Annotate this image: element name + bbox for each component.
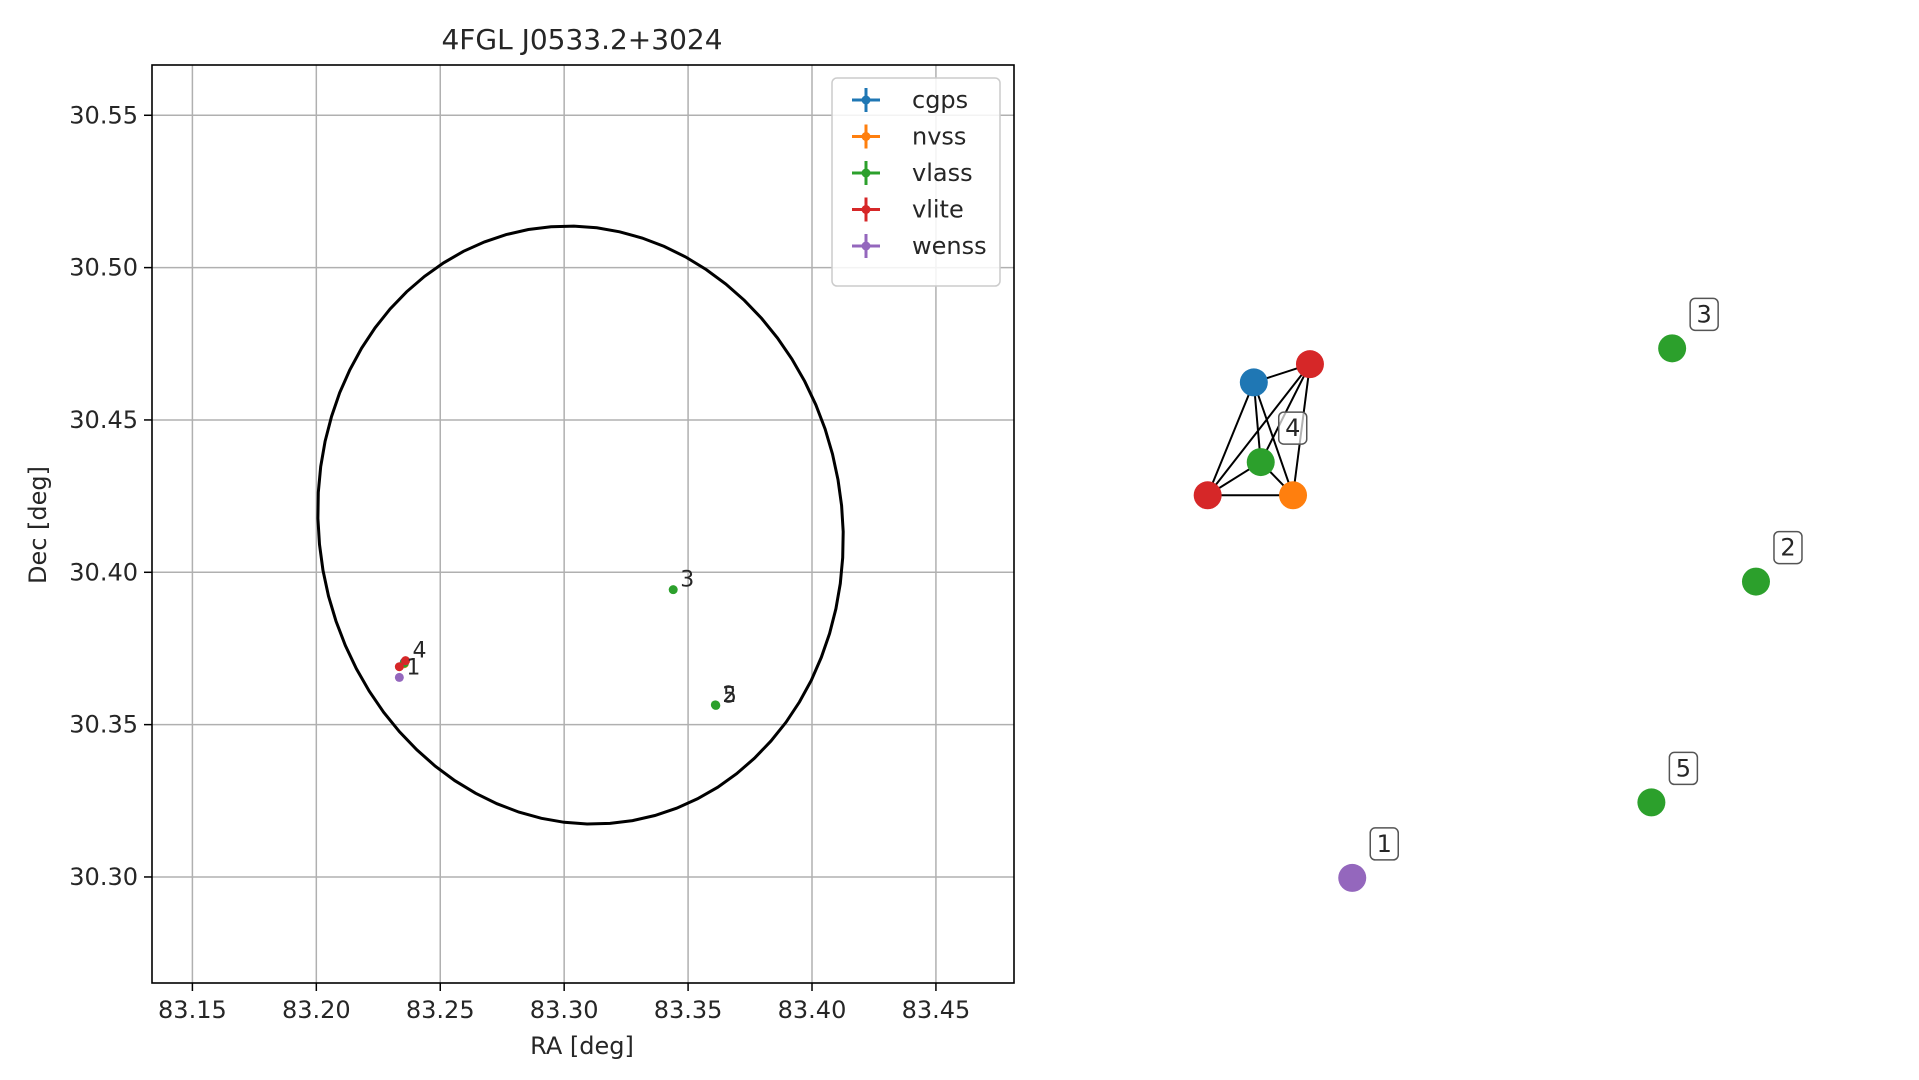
y-axis-label: Dec [deg] (24, 466, 52, 584)
x-tick-label: 83.20 (282, 996, 351, 1024)
legend-label: vlite (912, 196, 964, 224)
legend-label: nvss (912, 123, 966, 151)
legend-marker-dot (861, 132, 871, 141)
figure: 4 1 3 5 2 83.15 83.20 83.25 83.30 83.35 83.40 83.4… (0, 0, 1919, 1080)
point-vlass (711, 700, 721, 710)
point-vlass (668, 585, 678, 595)
graph-node-vlass (1658, 334, 1687, 363)
y-tick-label: 30.55 (69, 101, 138, 129)
x-tick-label: 83.35 (654, 996, 723, 1024)
point-annotation: 1 (406, 655, 420, 680)
graph-node-vlite (1295, 350, 1324, 379)
graph-node-nvss (1279, 481, 1308, 510)
y-tick-label: 30.30 (69, 863, 138, 891)
point-annotation: 3 (680, 568, 694, 593)
legend-label: vlass (912, 159, 973, 187)
legend-label: wenss (912, 232, 987, 260)
chart-title: 4FGL J0533.2+3024 (441, 23, 722, 56)
graph-node-vlass (1741, 567, 1770, 596)
x-tick-label: 83.40 (778, 996, 847, 1024)
graph-label: 4 (1277, 411, 1308, 445)
y-tick-label: 30.40 (69, 558, 138, 586)
x-tick-label: 83.25 (406, 996, 475, 1024)
graph-label: 3 (1689, 297, 1719, 332)
graph-label: 2 (1773, 530, 1803, 565)
graph-label-text: 1 (1377, 830, 1392, 858)
x-tick-label: 83.45 (902, 996, 971, 1024)
graph-label-text: 3 (1697, 300, 1712, 328)
graph-node-vlite (1193, 481, 1222, 510)
point-annotation: 2 (722, 683, 736, 708)
point-vlite (394, 662, 404, 672)
graph-node-vlass (1637, 788, 1666, 817)
y-tick-label: 30.45 (69, 406, 138, 434)
graph-label-text: 2 (1780, 534, 1795, 562)
graph-label-text: 4 (1285, 414, 1300, 442)
legend-marker-dot (861, 95, 871, 105)
y-tick-label: 30.50 (69, 254, 138, 282)
graph-label-text: 5 (1676, 754, 1691, 782)
y-tick-label: 30.35 (69, 711, 138, 739)
point-wenss (394, 672, 404, 682)
legend-label: cgps (912, 86, 968, 114)
legend-marker-dot (861, 205, 871, 214)
legend-marker-dot (861, 241, 871, 251)
x-axis-label: RA [deg] (530, 1032, 634, 1060)
graph-label: 1 (1369, 827, 1399, 861)
x-tick-label: 83.15 (158, 996, 227, 1024)
graph-node-wenss (1338, 863, 1367, 892)
graph-node-cgps (1239, 368, 1268, 397)
graph-label: 5 (1668, 751, 1699, 786)
x-tick-label: 83.30 (530, 996, 599, 1024)
legend-marker-dot (861, 168, 871, 178)
graph-node-vlass (1246, 448, 1275, 477)
legend: cgps nvss vlass vlite wenss (831, 77, 1001, 287)
